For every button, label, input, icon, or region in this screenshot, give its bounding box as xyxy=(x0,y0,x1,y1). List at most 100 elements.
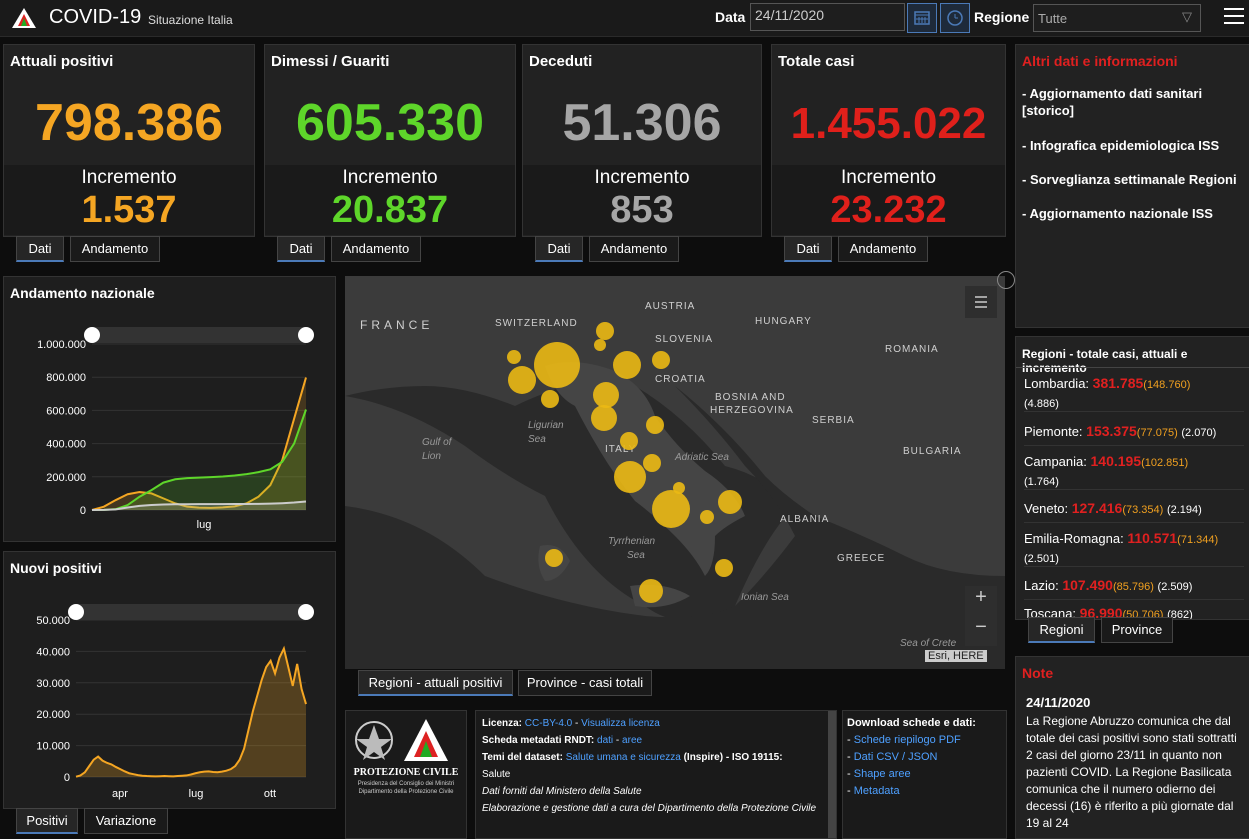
card-title: Totale casi xyxy=(778,53,855,70)
card-deceduti: Deceduti 51.306 Incremento 853 xyxy=(522,44,762,237)
map-bubble[interactable] xyxy=(545,549,563,567)
tab-andamento[interactable]: Andamento xyxy=(589,236,679,262)
card-dimessi-guariti: Dimessi / Guariti 605.330 Incremento 20.… xyxy=(264,44,516,237)
link-aggiornamento-dati[interactable]: - Aggiornamento dati sanitari [storico] xyxy=(1022,85,1244,119)
download-csv-link[interactable]: Dati CSV / JSON xyxy=(854,751,938,763)
app-title: COVID-19 xyxy=(49,6,142,28)
range-slider-handle[interactable] xyxy=(298,604,314,620)
map-bubble[interactable] xyxy=(643,454,661,472)
regions-panel: Regioni - totale casi, attuali e increme… xyxy=(1015,336,1249,620)
hamburger-menu-icon[interactable] xyxy=(1224,8,1244,26)
download-pdf-link[interactable]: Schede riepilogo PDF xyxy=(854,734,961,746)
zoom-in-button[interactable]: + xyxy=(965,586,997,614)
time-button[interactable] xyxy=(940,3,970,33)
card-attuali-positivi: Attuali positivi 798.386 Incremento 1.53… xyxy=(3,44,255,237)
range-slider-track[interactable] xyxy=(76,604,306,620)
metadati-aree-link[interactable]: aree xyxy=(622,735,642,746)
y-tick-label: 30.000 xyxy=(36,678,70,690)
tab-dati[interactable]: Dati xyxy=(277,236,325,262)
map-bubble[interactable] xyxy=(652,351,670,369)
map-bubble[interactable] xyxy=(507,350,521,364)
legend-button[interactable] xyxy=(965,286,997,318)
map-bubble[interactable] xyxy=(715,559,733,577)
map-view[interactable]: FRANCE SWITZERLAND AUSTRIA SLOVENIA HUNG… xyxy=(345,276,1005,669)
region-select[interactable]: Tutte ▽ xyxy=(1033,4,1201,32)
map-bubble[interactable] xyxy=(718,490,742,514)
region-row[interactable]: Campania: 140.195(102.851) (1.764) xyxy=(1024,453,1244,490)
scrollbar[interactable] xyxy=(828,711,836,838)
x-tick-label: ott xyxy=(264,788,276,800)
map-bubble[interactable] xyxy=(541,390,559,408)
region-row[interactable]: Emilia-Romagna: 110.571(71.344) (2.501) xyxy=(1024,530,1244,567)
date-input[interactable]: 24/11/2020 xyxy=(750,3,905,31)
chart-andamento-nazionale: Andamento nazionale 1.000.000 800.000 600.… xyxy=(3,276,336,542)
range-slider-handle[interactable] xyxy=(84,327,100,343)
link-infografica[interactable]: - Infografica epidemiologica ISS xyxy=(1022,137,1244,154)
zoom-out-button[interactable]: − xyxy=(965,616,997,644)
map-bubble[interactable] xyxy=(613,351,641,379)
licenza-link[interactable]: Visualizza licenza xyxy=(581,718,660,729)
link-aggiornamento-iss[interactable]: - Aggiornamento nazionale ISS xyxy=(1022,205,1244,222)
map-attribution: Esri, HERE xyxy=(925,650,987,662)
link-sorveglianza[interactable]: - Sorveglianza settimanale Regioni xyxy=(1022,171,1244,188)
tab-variazione[interactable]: Variazione xyxy=(84,808,168,834)
region-name: Emilia-Romagna: xyxy=(1024,531,1124,546)
map-label: SERBIA xyxy=(812,415,855,426)
tab-province[interactable]: Province xyxy=(1101,617,1173,643)
metadati-dati-link[interactable]: dati xyxy=(597,735,613,746)
map-bubble[interactable] xyxy=(593,382,619,408)
range-slider-handle[interactable] xyxy=(68,604,84,620)
tab-dati[interactable]: Dati xyxy=(16,236,64,262)
map-sea-label: Sea xyxy=(627,550,645,561)
map-bubble[interactable] xyxy=(639,579,663,603)
tab-regioni[interactable]: Regioni xyxy=(1028,617,1095,643)
zoom-controls: + − xyxy=(965,586,997,646)
map-bubble[interactable] xyxy=(646,416,664,434)
map-sea-label: Lion xyxy=(422,451,441,462)
tab-andamento[interactable]: Andamento xyxy=(331,236,421,262)
tab-dati[interactable]: Dati xyxy=(535,236,583,262)
tab-dati[interactable]: Dati xyxy=(784,236,832,262)
map-bubble[interactable] xyxy=(614,461,646,493)
map-bubble[interactable] xyxy=(596,322,614,340)
tab-province-casi-totali[interactable]: Province - casi totali xyxy=(518,670,652,696)
region-row[interactable]: Lazio: 107.490(85.796) (2.509) xyxy=(1024,577,1244,600)
region-increment: (4.886) xyxy=(1024,398,1059,410)
map-label: GREECE xyxy=(837,553,886,564)
fullscreen-icon[interactable] xyxy=(997,271,1015,289)
region-name: Lazio: xyxy=(1024,578,1059,593)
info-title: Altri dati e informazioni xyxy=(1022,53,1178,69)
tab-andamento[interactable]: Andamento xyxy=(838,236,928,262)
map-bubble[interactable] xyxy=(652,490,690,528)
date-label: Data xyxy=(715,9,746,25)
x-tick-label: lug xyxy=(197,519,212,531)
download-shape-link[interactable]: Shape aree xyxy=(854,768,911,780)
map-bubble[interactable] xyxy=(534,342,580,388)
calendar-button[interactable] xyxy=(907,3,937,33)
notes-text: La Regione Abruzzo comunica che dal tota… xyxy=(1026,714,1237,830)
map-sea-label: Gulf of xyxy=(422,437,452,448)
range-slider-track[interactable] xyxy=(92,327,306,343)
range-slider-handle[interactable] xyxy=(298,327,314,343)
protezione-civile-logo-icon xyxy=(404,719,448,761)
map-bubble[interactable] xyxy=(620,432,638,450)
map-bubble[interactable] xyxy=(594,339,606,351)
map-bubble[interactable] xyxy=(700,510,714,524)
tab-positivi[interactable]: Positivi xyxy=(16,808,78,834)
download-metadata-link[interactable]: Metadata xyxy=(854,785,900,797)
card-totale-casi: Totale casi 1.455.022 Incremento 23.232 xyxy=(771,44,1006,237)
region-increment: (2.501) xyxy=(1024,553,1059,565)
temi-link[interactable]: Salute umana e sicurezza xyxy=(566,752,681,763)
licenza-value[interactable]: CC-BY-4.0 xyxy=(525,718,572,729)
notes-panel: Note 24/11/2020 La Regione Abruzzo comun… xyxy=(1015,656,1249,839)
tab-regioni-attuali-positivi[interactable]: Regioni - attuali positivi xyxy=(358,670,513,696)
region-row[interactable]: Lombardia: 381.785(148.760) (4.886) xyxy=(1024,375,1244,412)
increment-label: Incremento xyxy=(342,167,438,188)
region-row[interactable]: Veneto: 127.416(73.354) (2.194) xyxy=(1024,500,1244,523)
region-row[interactable]: Piemonte: 153.375(77.075) (2.070) xyxy=(1024,423,1244,446)
tab-andamento[interactable]: Andamento xyxy=(70,236,160,262)
chart-nuovi-positivi: Nuovi positivi 50.000 40.000 30.000 20.000 1… xyxy=(3,551,336,809)
map-bubble[interactable] xyxy=(591,405,617,431)
y-tick-label: 50.000 xyxy=(36,615,70,627)
map-bubble[interactable] xyxy=(508,366,536,394)
